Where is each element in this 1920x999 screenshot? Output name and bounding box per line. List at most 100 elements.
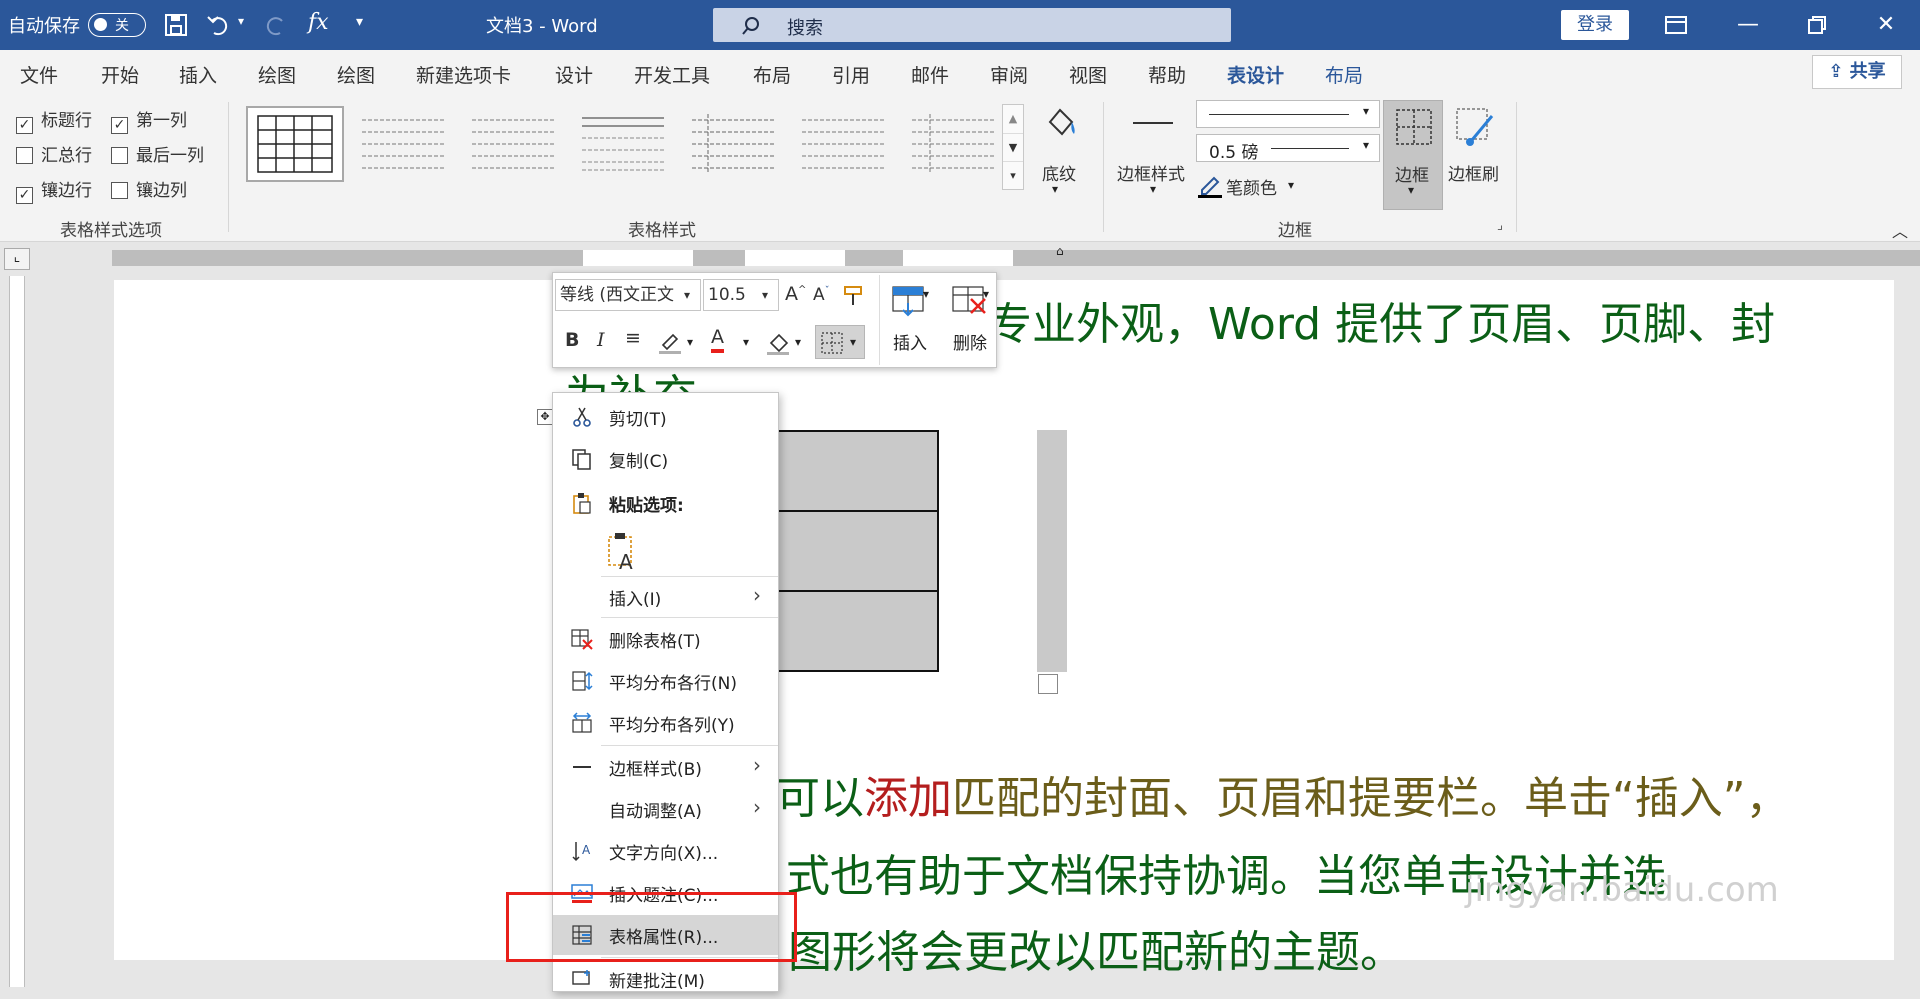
pen-weight-dropdown[interactable]: 0.5 磅 ▾: [1196, 134, 1380, 163]
restore-icon[interactable]: [1806, 14, 1828, 36]
menu-item-insert[interactable]: 插入(I) ›: [553, 577, 778, 617]
tab-draw[interactable]: 绘图: [258, 61, 296, 88]
delete-mini-button[interactable]: ▾ 删除: [943, 277, 999, 365]
menu-item-autofit[interactable]: 自动调整(A) ›: [553, 789, 778, 829]
login-button[interactable]: 登录: [1561, 10, 1629, 40]
menu-item-distribute-columns[interactable]: 平均分布各列(Y): [553, 703, 778, 743]
chevron-down-icon[interactable]: ▾: [687, 335, 693, 349]
highlight-icon[interactable]: [657, 329, 683, 355]
table-cell[interactable]: [776, 510, 939, 592]
collapse-ribbon-icon[interactable]: ︿: [1892, 218, 1908, 242]
ribbon-display-icon[interactable]: [1664, 14, 1688, 36]
border-painter-button[interactable]: 边框刷: [1446, 100, 1504, 200]
table-style-7[interactable]: [906, 106, 1004, 182]
font-name-value: 等线 (西文正文: [560, 285, 675, 305]
insert-mini-button[interactable]: ▾ 插入: [883, 277, 939, 365]
tab-mailings[interactable]: 邮件: [911, 61, 949, 88]
checkbox-banded-rows[interactable]: ✓ 镶边行: [16, 176, 92, 204]
undo-icon[interactable]: [206, 13, 232, 37]
doc-text-line-1[interactable]: 专业外观，Word 提供了页眉、页脚、封: [988, 288, 1775, 352]
autosave-toggle[interactable]: 关: [88, 13, 146, 37]
menu-item-new-comment[interactable]: 新建批注(M): [553, 959, 778, 999]
tab-table-design[interactable]: 表设计: [1227, 61, 1285, 97]
table-style-preview-icon: [912, 114, 994, 172]
indent-marker-icon[interactable]: ⌂: [1056, 244, 1064, 258]
tab-new-tab[interactable]: 新建选项卡: [416, 61, 511, 88]
menu-item-delete-table[interactable]: 删除表格(T): [553, 619, 778, 659]
tab-layout[interactable]: 布局: [753, 61, 791, 88]
table-move-handle-icon[interactable]: ✥: [537, 409, 553, 425]
tab-home[interactable]: 开始: [101, 61, 139, 88]
tab-file[interactable]: 文件: [20, 61, 58, 88]
tab-selector-icon[interactable]: ⌞: [4, 248, 30, 270]
checkbox-first-column[interactable]: ✓ 第一列: [111, 106, 187, 134]
checkbox-header-row[interactable]: ✓ 标题行: [16, 106, 92, 134]
border-styles-button[interactable]: 边框样式 ▾: [1115, 100, 1195, 210]
checkbox-banded-columns[interactable]: 镶边列: [111, 176, 187, 201]
line-preview: [1271, 148, 1349, 149]
table-style-grid[interactable]: [246, 106, 344, 182]
menu-item-copy[interactable]: 复制(C): [553, 439, 778, 479]
pen-color-button[interactable]: 笔颜色 ▾: [1198, 172, 1298, 200]
menu-item-distribute-rows[interactable]: 平均分布各行(N): [553, 661, 778, 701]
menu-item-border-styles[interactable]: 边框样式(B) ›: [553, 747, 778, 787]
table-resize-handle-icon[interactable]: [1038, 674, 1058, 694]
font-name-dropdown[interactable]: 等线 (西文正文 ▾: [555, 279, 701, 311]
tab-help[interactable]: 帮助: [1148, 61, 1186, 88]
highlight-annotation-box: [506, 892, 797, 962]
paste-keep-text-only-button[interactable]: A: [605, 531, 645, 574]
font-color-icon[interactable]: A: [711, 325, 724, 353]
dialog-launcher-icon[interactable]: ⌟: [1497, 218, 1503, 233]
menu-item-text-direction[interactable]: A 文字方向(X)...: [553, 831, 778, 871]
tab-insert[interactable]: 插入: [179, 61, 217, 88]
checkbox-total-row[interactable]: 汇总行: [16, 141, 92, 166]
tab-developer[interactable]: 开发工具: [634, 61, 710, 88]
shrink-font-icon[interactable]: Aˇ: [813, 285, 830, 305]
tab-draw-2[interactable]: 绘图: [337, 61, 375, 88]
shading-button[interactable]: 底纹 ▾: [1038, 100, 1080, 200]
font-size-dropdown[interactable]: 10.5 ▾: [703, 279, 779, 311]
format-painter-icon[interactable]: [841, 283, 867, 309]
table-cell[interactable]: [776, 430, 939, 512]
doc-text-line-5[interactable]: 图形将会更改以匹配新的主题。: [788, 916, 1404, 980]
save-icon[interactable]: [164, 13, 188, 37]
delete-table-icon: [571, 629, 593, 650]
tab-references[interactable]: 引用: [832, 61, 870, 88]
table-style-4[interactable]: [576, 106, 674, 182]
menu-item-cut[interactable]: 剪切(T): [553, 397, 778, 437]
tab-view[interactable]: 视图: [1069, 61, 1107, 88]
center-align-icon[interactable]: ≡: [625, 327, 641, 349]
chevron-down-icon[interactable]: ▾: [743, 335, 749, 349]
table-style-3[interactable]: [466, 106, 564, 182]
doc-text-line-3[interactable]: 可以添加匹配的封面、页眉和提要栏。单击“插入”，: [776, 762, 1790, 826]
share-button[interactable]: ⇪ 共享: [1812, 55, 1902, 89]
scroll-up-icon[interactable]: ▲: [1003, 105, 1023, 133]
undo-dropdown-icon[interactable]: ▾: [238, 14, 244, 28]
chevron-down-icon[interactable]: ▾: [795, 335, 801, 349]
borders-button[interactable]: 边框 ▾: [1383, 100, 1443, 210]
scroll-down-icon[interactable]: ▼: [1003, 133, 1023, 161]
bold-icon[interactable]: B: [565, 329, 579, 351]
table-cell[interactable]: [776, 590, 939, 672]
table-style-2[interactable]: [356, 106, 454, 182]
italic-icon[interactable]: I: [597, 329, 605, 351]
table-style-6[interactable]: [796, 106, 894, 182]
tab-review[interactable]: 审阅: [990, 61, 1028, 88]
customize-quickaccess-icon[interactable]: ▾: [356, 14, 363, 30]
line-style-dropdown[interactable]: ▾: [1196, 100, 1380, 128]
close-icon[interactable]: ✕: [1868, 10, 1904, 40]
table-styles-scroller[interactable]: ▲ ▼ ▾: [1002, 104, 1024, 190]
redo-icon[interactable]: [262, 13, 288, 37]
tab-design[interactable]: 设计: [555, 61, 593, 88]
minimize-icon[interactable]: —: [1730, 10, 1766, 40]
checkbox-last-column[interactable]: 最后一列: [111, 141, 204, 166]
function-icon[interactable]: fx: [308, 10, 329, 35]
cell-shading-icon[interactable]: [765, 329, 791, 355]
menu-item-label: 自动调整(A): [609, 802, 702, 822]
tab-table-layout[interactable]: 布局: [1325, 61, 1363, 88]
gallery-expand-icon[interactable]: ▾: [1003, 161, 1023, 189]
table-style-5[interactable]: [686, 106, 784, 182]
grow-font-icon[interactable]: A^: [785, 283, 806, 305]
search-box[interactable]: 搜索: [713, 8, 1231, 42]
borders-mini-button[interactable]: ▾: [815, 325, 865, 359]
